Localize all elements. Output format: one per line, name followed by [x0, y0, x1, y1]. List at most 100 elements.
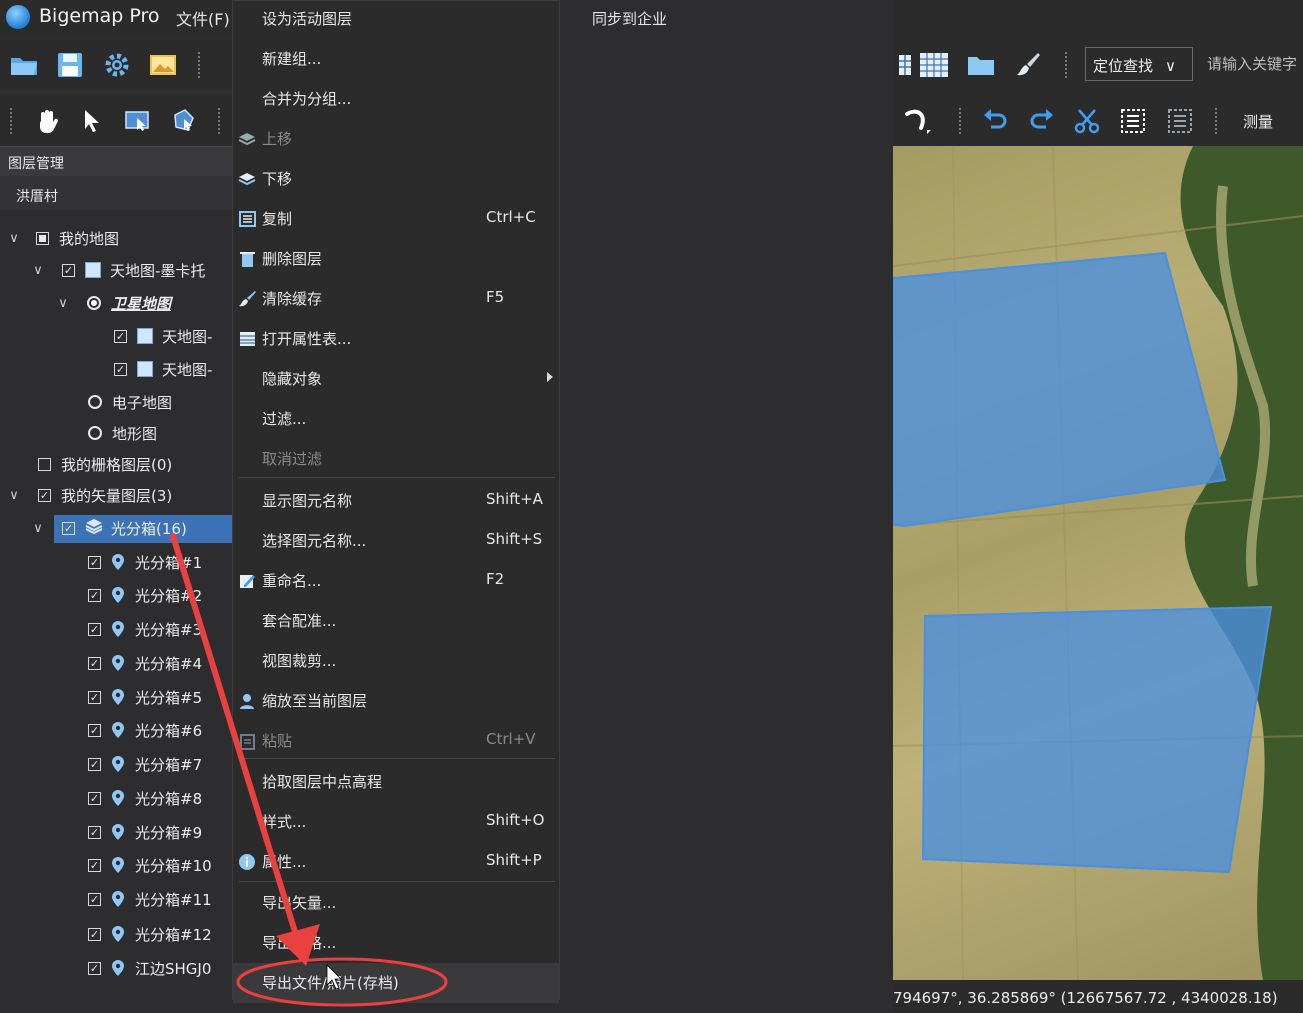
- tree-item-fiber-box[interactable]: ✓ 光分箱#11: [88, 884, 212, 914]
- pan-hand-icon[interactable]: [30, 104, 64, 138]
- menu-item[interactable]: 属性... Shift+P: [233, 842, 559, 882]
- tree-node-my-map[interactable]: ∨ 我的地图: [6, 223, 119, 253]
- menu-item[interactable]: 拾取图层中点高程: [233, 762, 559, 802]
- tree-label: 光分箱#2: [135, 586, 203, 605]
- tree-node-vector[interactable]: ∨ ✓ 我的矢量图层(3): [6, 480, 172, 510]
- menu-item[interactable]: 导出矢量...: [233, 883, 559, 923]
- menu-item[interactable]: 导出栅格...: [233, 923, 559, 963]
- tree-node-group[interactable]: ∨ ✓ 光分箱(16): [30, 513, 187, 543]
- scissors-icon[interactable]: [1070, 104, 1104, 138]
- checkbox[interactable]: ✓: [114, 362, 127, 376]
- tree-node-terrain[interactable]: 地形图: [88, 418, 157, 448]
- map-view[interactable]: [893, 146, 1303, 980]
- menu-item[interactable]: 复制 Ctrl+C: [233, 199, 559, 239]
- chevron-down-icon[interactable]: ∨: [6, 488, 22, 503]
- menu-file[interactable]: 文件(F): [176, 6, 230, 30]
- chevron-down-icon[interactable]: ∨: [30, 521, 46, 536]
- select-arrow-icon[interactable]: [75, 104, 109, 138]
- tree-node-electronic[interactable]: 电子地图: [88, 387, 172, 417]
- tree-item-fiber-box[interactable]: ✓ 光分箱#5: [88, 682, 202, 712]
- tree-item-fiber-box[interactable]: ✓ 光分箱#10: [88, 850, 212, 880]
- checkbox[interactable]: ✓: [88, 858, 101, 872]
- radio-button[interactable]: [88, 426, 102, 440]
- settings-gear-icon[interactable]: [100, 48, 134, 82]
- tree-item-fiber-box[interactable]: ✓ 光分箱#8: [88, 783, 202, 813]
- deselect-list-icon[interactable]: [1163, 104, 1197, 138]
- undo-icon[interactable]: [978, 104, 1012, 138]
- tree-item-fiber-box[interactable]: ✓ 光分箱#4: [88, 648, 202, 678]
- brush-icon[interactable]: [1011, 48, 1045, 82]
- checkbox[interactable]: ✓: [88, 555, 101, 569]
- checkbox[interactable]: ✓: [88, 622, 101, 636]
- tree-node-satellite[interactable]: ∨ 卫星地图: [55, 288, 171, 318]
- menu-item[interactable]: 显示图元名称 Shift+A: [233, 481, 559, 521]
- tree-item-fiber-box[interactable]: ✓ 光分箱#6: [88, 715, 202, 745]
- curve-draw-icon[interactable]: [901, 104, 935, 138]
- select-list-icon[interactable]: [1116, 104, 1150, 138]
- menu-item[interactable]: 设为活动图层: [233, 0, 559, 39]
- tree-item-fiber-box[interactable]: ✓ 光分箱#7: [88, 749, 202, 779]
- layers-down-icon: [238, 170, 257, 188]
- menu-item[interactable]: 打开属性表...: [233, 319, 559, 359]
- menu-item[interactable]: 样式... Shift+O: [233, 802, 559, 842]
- menu-item[interactable]: 重命名... F2: [233, 561, 559, 601]
- partial-checkbox[interactable]: [36, 231, 49, 245]
- redo-icon[interactable]: [1025, 104, 1059, 138]
- menu-item[interactable]: 新建组...: [233, 39, 559, 79]
- checkbox[interactable]: ✓: [88, 791, 101, 805]
- menu-item-shortcut: Ctrl+C: [486, 208, 536, 226]
- mgrs-grid-icon[interactable]: [917, 48, 951, 82]
- folder-icon[interactable]: [964, 48, 998, 82]
- checkbox[interactable]: ✓: [88, 588, 101, 602]
- polygon-area[interactable]: [893, 251, 1227, 528]
- sync-to-enterprise[interactable]: 同步到企业: [592, 8, 667, 29]
- checkbox[interactable]: ✓: [114, 329, 127, 343]
- polygon-area[interactable]: [921, 605, 1273, 874]
- menu-item[interactable]: 隐藏对象: [233, 359, 559, 399]
- menu-item[interactable]: 视图裁剪...: [233, 641, 559, 681]
- tree-item-fiber-box[interactable]: ✓ 光分箱#3: [88, 614, 202, 644]
- checkbox[interactable]: [38, 457, 51, 471]
- checkbox[interactable]: ✓: [88, 723, 101, 737]
- checkbox[interactable]: ✓: [62, 263, 75, 277]
- measure-button[interactable]: 测量: [1243, 111, 1273, 132]
- checkbox[interactable]: ✓: [88, 825, 101, 839]
- menu-item[interactable]: 套合配准...: [233, 601, 559, 641]
- radio-button[interactable]: [88, 395, 102, 409]
- tree-node-sat-sub1[interactable]: ✓ 天地图-: [114, 321, 212, 351]
- search-input[interactable]: [1197, 47, 1303, 81]
- checkbox[interactable]: ✓: [88, 961, 101, 975]
- menu-item[interactable]: 删除图层: [233, 239, 559, 279]
- tree-item-fiber-box[interactable]: ✓ 光分箱#9: [88, 817, 202, 847]
- tree-item-fiber-box[interactable]: ✓ 光分箱#1: [88, 547, 202, 577]
- chevron-down-icon[interactable]: ∨: [55, 296, 71, 311]
- tree-node-tianditu[interactable]: ∨ ✓ 天地图-墨卡托: [30, 255, 205, 285]
- menu-item[interactable]: 缩放至当前图层: [233, 681, 559, 721]
- checkbox[interactable]: ✓: [88, 892, 101, 906]
- chevron-down-icon[interactable]: ∨: [6, 231, 22, 246]
- tree-item-fiber-box[interactable]: ✓ 江边SHGJ0: [88, 953, 211, 983]
- tree-node-raster[interactable]: 我的栅格图层(0): [38, 449, 172, 479]
- image-icon[interactable]: [146, 48, 180, 82]
- menu-item[interactable]: 下移: [233, 159, 559, 199]
- polygon-select-icon[interactable]: [166, 104, 200, 138]
- box-select-icon[interactable]: [120, 104, 154, 138]
- checkbox[interactable]: ✓: [88, 927, 101, 941]
- tree-node-sat-sub2[interactable]: ✓ 天地图-: [114, 354, 212, 384]
- menu-item[interactable]: 过滤...: [233, 399, 559, 439]
- menu-item[interactable]: 选择图元名称... Shift+S: [233, 521, 559, 561]
- checkbox[interactable]: ✓: [62, 521, 75, 535]
- chevron-down-icon[interactable]: ∨: [30, 263, 46, 278]
- menu-item[interactable]: 清除缓存 F5: [233, 279, 559, 319]
- tree-item-fiber-box[interactable]: ✓ 光分箱#12: [88, 919, 212, 949]
- menu-item[interactable]: 合并为分组...: [233, 79, 559, 119]
- menu-item[interactable]: 导出文件/照片(存档): [233, 963, 559, 1003]
- checkbox[interactable]: ✓: [88, 690, 101, 704]
- tree-item-fiber-box[interactable]: ✓ 光分箱#2: [88, 580, 202, 610]
- checkbox[interactable]: ✓: [38, 488, 51, 502]
- checkbox[interactable]: ✓: [88, 757, 101, 771]
- save-icon[interactable]: [53, 48, 87, 82]
- radio-selected[interactable]: [87, 296, 101, 310]
- checkbox[interactable]: ✓: [88, 656, 101, 670]
- open-folder-icon[interactable]: [7, 48, 41, 82]
